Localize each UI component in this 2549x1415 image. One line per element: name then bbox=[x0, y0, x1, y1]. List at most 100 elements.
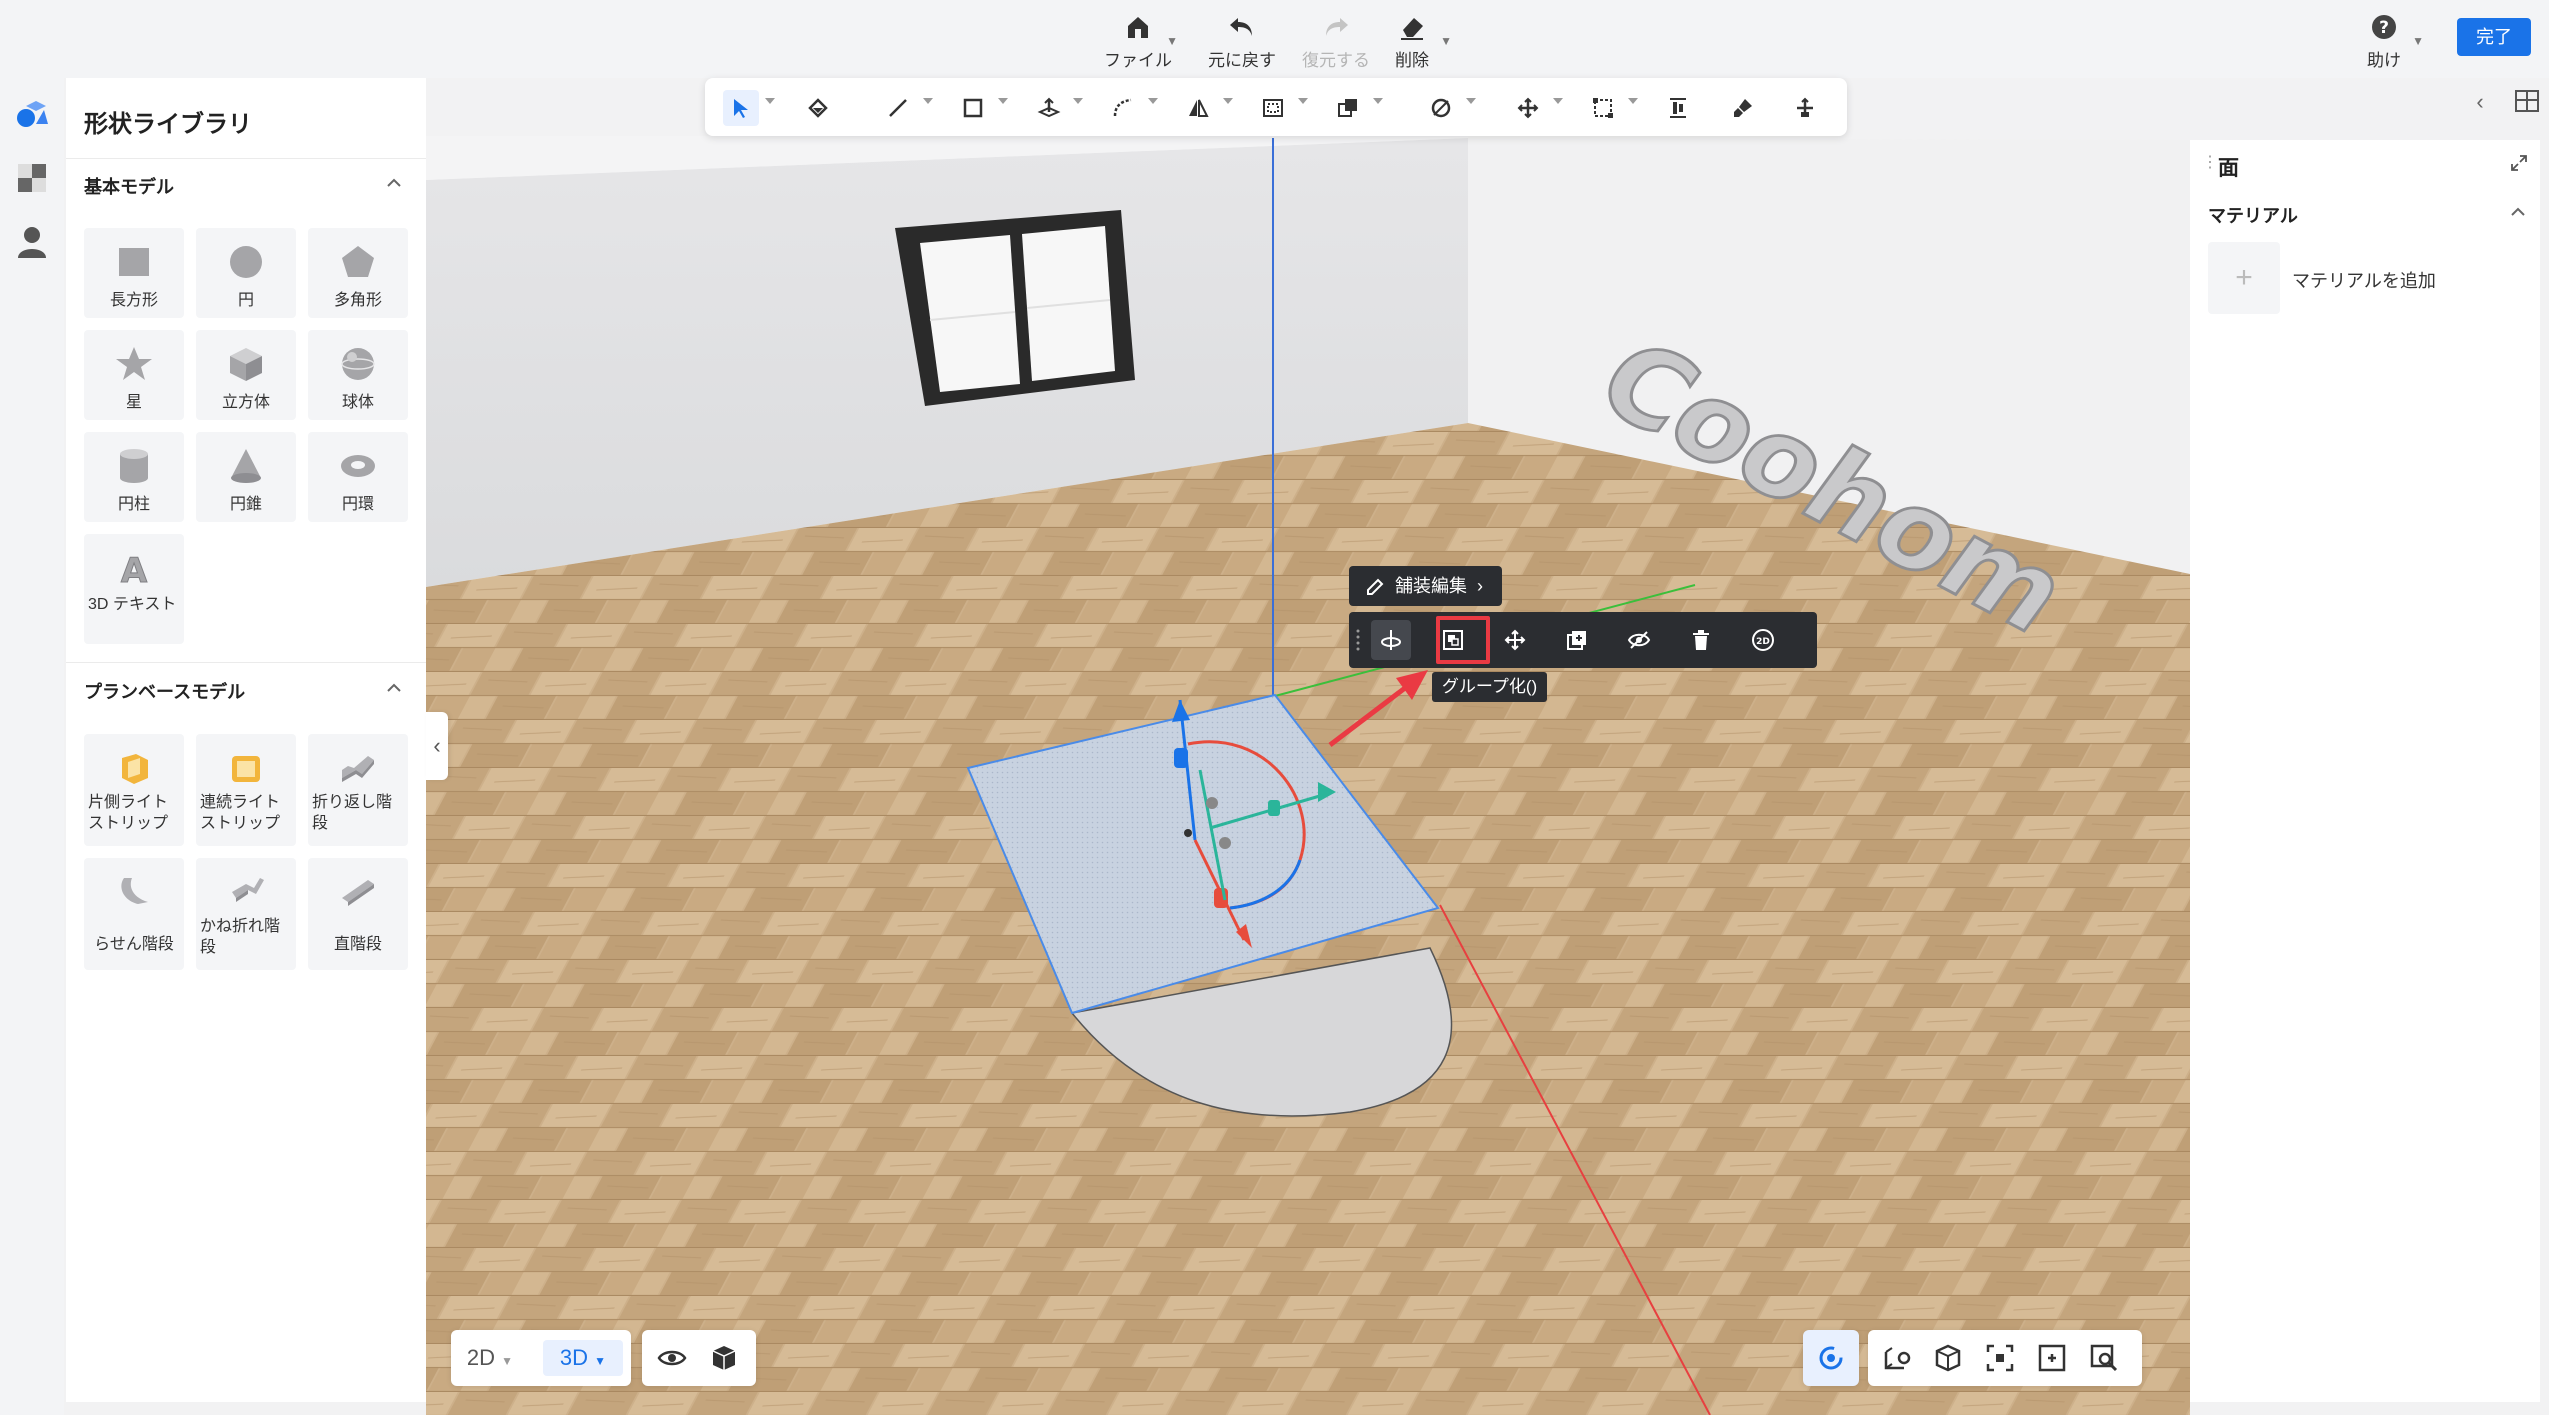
left-rail bbox=[0, 78, 64, 1415]
view-2d-toggle[interactable]: 2D ▼ bbox=[461, 1340, 519, 1376]
paving-edit-button[interactable]: 舗装編集 › bbox=[1349, 566, 1502, 606]
arc-caret-icon[interactable] bbox=[1148, 98, 1158, 104]
visibility-button[interactable] bbox=[656, 1342, 688, 1374]
tile-label: 長方形 bbox=[109, 292, 158, 309]
plan-tile-spiral-stairs[interactable]: らせん階段 bbox=[84, 858, 184, 970]
shape-tile-cylinder[interactable]: 円柱 bbox=[84, 432, 184, 522]
view-2d-button[interactable]: 2D bbox=[1743, 620, 1783, 660]
shape-tile-star[interactable]: 星 bbox=[84, 330, 184, 420]
material-tab-icon[interactable] bbox=[14, 160, 50, 196]
view-mode-toggle: 2D ▼ 3D ▼ bbox=[451, 1330, 631, 1386]
pan-icon bbox=[1797, 97, 1813, 117]
camera-settings-icon bbox=[1884, 1347, 1911, 1370]
tile-label: 円錐 bbox=[229, 496, 262, 513]
shape-tile-polygon[interactable]: 多角形 bbox=[308, 228, 408, 318]
shape-tile-sphere[interactable]: 球体 bbox=[308, 330, 408, 420]
shape-tile-rectangle[interactable]: 長方形 bbox=[84, 228, 184, 318]
rotate-button[interactable] bbox=[1371, 620, 1411, 660]
plan-tile-straight-stairs[interactable]: 直階段 bbox=[308, 858, 408, 970]
move-tool[interactable] bbox=[1510, 90, 1546, 126]
view-options bbox=[642, 1330, 756, 1386]
tape-caret-icon[interactable] bbox=[1466, 98, 1476, 104]
shape-tile-3d-text[interactable]: A 3D テキスト bbox=[84, 534, 184, 644]
align-tool[interactable] bbox=[1660, 90, 1696, 126]
move-caret-icon[interactable] bbox=[1553, 98, 1563, 104]
delete-button[interactable]: 削除 ▼ bbox=[1372, 12, 1452, 72]
zoom-selection-button[interactable] bbox=[2036, 1342, 2068, 1374]
brush-tool[interactable] bbox=[1725, 90, 1761, 126]
mirror-caret-icon[interactable] bbox=[1223, 98, 1233, 104]
plan-tile-continuous-strip[interactable]: 連続ライトストリップ bbox=[196, 734, 296, 846]
move-button[interactable] bbox=[1495, 620, 1535, 660]
expand-icon[interactable] bbox=[2510, 154, 2528, 172]
add-material-label[interactable]: マテリアルを追加 bbox=[2292, 267, 2436, 293]
delete-caret-icon[interactable]: ▼ bbox=[1440, 34, 1452, 48]
cube-outline-button[interactable] bbox=[1932, 1342, 1964, 1374]
combine-caret-icon[interactable] bbox=[1373, 98, 1383, 104]
scale-tool[interactable] bbox=[1585, 90, 1621, 126]
undo-icon bbox=[1202, 12, 1282, 42]
plan-tile-single-strip[interactable]: 片側ライトストリップ bbox=[84, 734, 184, 846]
plan-tile-l-stairs[interactable]: かね折れ階段 bbox=[196, 858, 296, 970]
hide-button[interactable] bbox=[1619, 620, 1659, 660]
cube-view-button[interactable] bbox=[708, 1342, 740, 1374]
zoom-window-button[interactable] bbox=[2088, 1342, 2120, 1374]
copy-icon bbox=[1567, 631, 1586, 650]
select-caret-icon[interactable] bbox=[765, 98, 775, 104]
rectangle-tool[interactable] bbox=[955, 90, 991, 126]
user-tab-icon[interactable] bbox=[14, 224, 50, 260]
select-tool[interactable] bbox=[723, 90, 759, 126]
push-pull-tool[interactable] bbox=[1031, 90, 1067, 126]
window-model[interactable] bbox=[895, 210, 1135, 406]
combine-tool[interactable] bbox=[1330, 90, 1366, 126]
undo-button[interactable]: 元に戻す bbox=[1202, 12, 1282, 72]
chevron-up-icon[interactable] bbox=[384, 678, 404, 698]
zoom-selection-icon bbox=[2038, 1344, 2066, 1372]
tile-label: 円 bbox=[237, 292, 254, 309]
shape-tile-cube[interactable]: 立方体 bbox=[196, 330, 296, 420]
shape-tile-torus[interactable]: 円環 bbox=[308, 432, 408, 522]
shape-tile-cone[interactable]: 円錐 bbox=[196, 432, 296, 522]
redo-button[interactable]: 復元する bbox=[1296, 12, 1376, 72]
line-caret-icon[interactable] bbox=[923, 98, 933, 104]
file-caret-icon[interactable]: ▼ bbox=[1166, 34, 1178, 48]
mirror-tool[interactable] bbox=[1180, 90, 1216, 126]
orbit-button[interactable] bbox=[1803, 1330, 1859, 1386]
fit-view-button[interactable] bbox=[1984, 1342, 2016, 1374]
offset-tool[interactable] bbox=[1255, 90, 1291, 126]
collapse-left-panel-icon[interactable]: ‹ bbox=[426, 712, 448, 780]
help-caret-icon[interactable]: ▼ bbox=[2412, 34, 2424, 48]
push-pull-caret-icon[interactable] bbox=[1073, 98, 1083, 104]
scale-caret-icon[interactable] bbox=[1628, 98, 1638, 104]
tile-label: 円環 bbox=[341, 496, 374, 513]
pan-tool[interactable] bbox=[1787, 90, 1823, 126]
add-material-button[interactable]: + bbox=[2208, 242, 2280, 314]
file-menu[interactable]: ファイル ▼ bbox=[1098, 12, 1178, 72]
rectangle-caret-icon[interactable] bbox=[998, 98, 1008, 104]
shape-tile-circle[interactable]: 円 bbox=[196, 228, 296, 318]
offset-caret-icon[interactable] bbox=[1298, 98, 1308, 104]
copy-button[interactable] bbox=[1557, 620, 1597, 660]
arc-tool[interactable] bbox=[1105, 90, 1141, 126]
grip-icon[interactable] bbox=[1355, 628, 1361, 652]
done-button[interactable]: 完了 bbox=[2457, 18, 2531, 56]
paint-tool[interactable] bbox=[800, 90, 836, 126]
delete-object-button[interactable] bbox=[1681, 620, 1721, 660]
layout-icon[interactable] bbox=[2512, 86, 2542, 116]
star-shape-icon bbox=[116, 347, 152, 380]
tape-tool[interactable] bbox=[1423, 90, 1459, 126]
help-menu[interactable]: ? 助け ▼ bbox=[2344, 12, 2424, 72]
shape-library-panel: 形状ライブラリ 基本モデル 長方形 円 多角形 星 立方体 球体 円柱 円錐 円… bbox=[66, 78, 426, 1402]
chevron-up-icon[interactable] bbox=[384, 173, 404, 193]
collapse-right-panel-icon[interactable]: ‹ bbox=[2468, 90, 2492, 114]
camera-settings-button[interactable] bbox=[1882, 1342, 1914, 1374]
tile-label: 連続ライトストリップ bbox=[200, 794, 281, 832]
line-tool[interactable] bbox=[880, 90, 916, 126]
plan-tile-switchback-stairs[interactable]: 折り返し階段 bbox=[308, 734, 408, 846]
drag-handle-icon[interactable]: ⋮ bbox=[2202, 152, 2218, 172]
3d-text-shape-icon: A bbox=[120, 551, 148, 589]
straight-stairs-icon bbox=[342, 880, 374, 906]
view-3d-toggle[interactable]: 3D ▼ bbox=[543, 1340, 623, 1376]
shapes-tab-icon[interactable] bbox=[14, 94, 50, 130]
chevron-up-icon[interactable] bbox=[2508, 202, 2528, 222]
